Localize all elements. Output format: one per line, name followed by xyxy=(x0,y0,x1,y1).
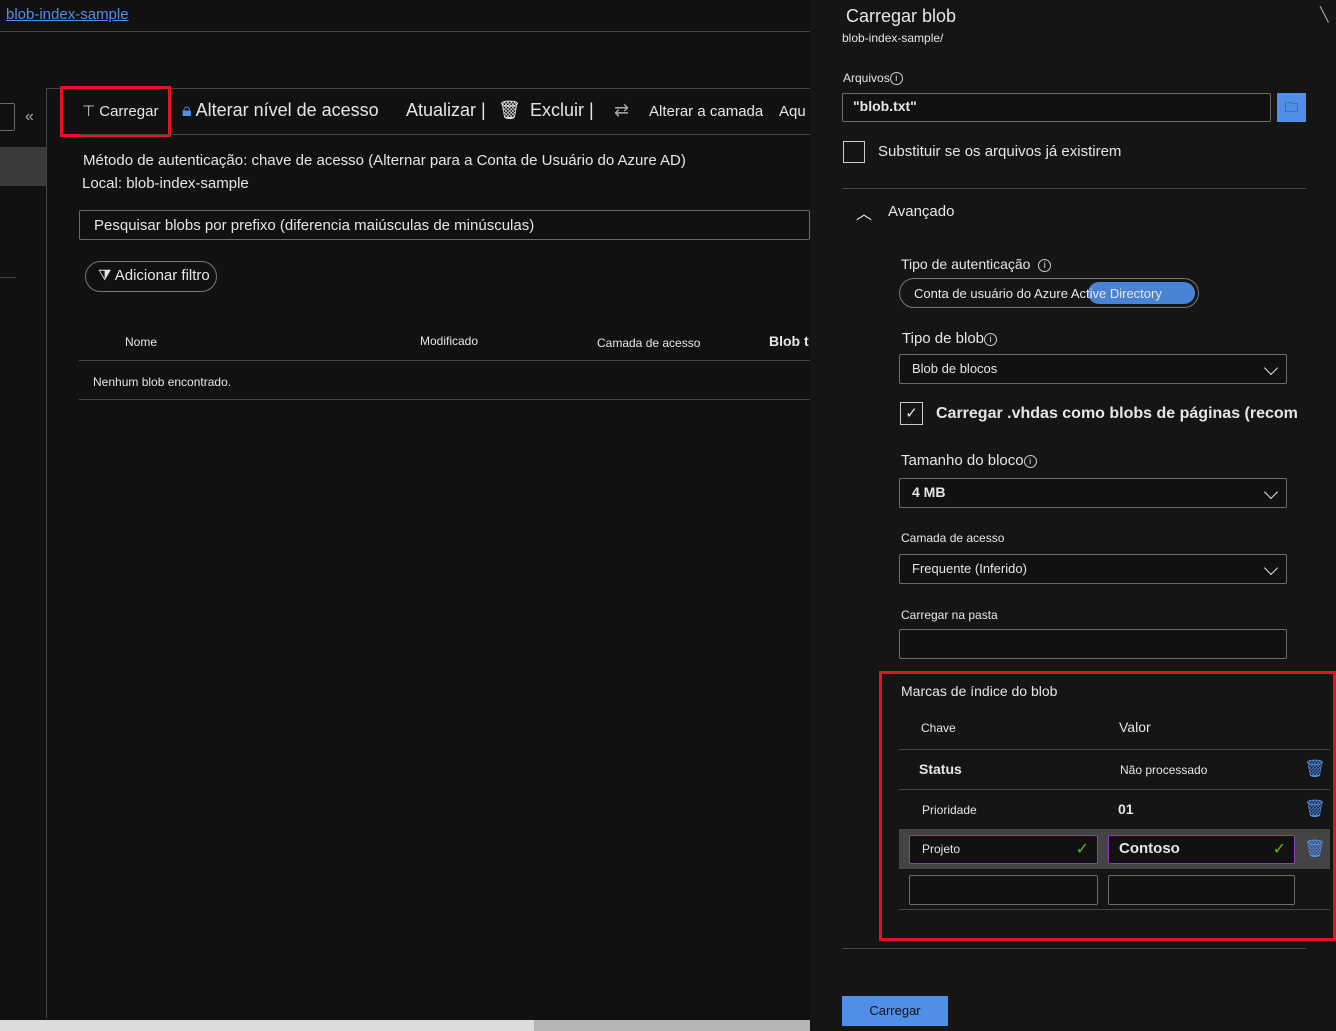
chevron-down-icon xyxy=(1264,485,1278,499)
add-filter-button[interactable]: ⧩ Adicionar filtro xyxy=(85,261,217,292)
new-tag-value-input[interactable] xyxy=(1108,875,1295,905)
filter-icon: ⧩ xyxy=(98,267,111,284)
panel-subtitle: blob-index-sample/ xyxy=(842,31,943,45)
column-header-name[interactable]: Nome xyxy=(125,335,157,349)
folder-browse-button[interactable]: 🗀 xyxy=(1277,93,1306,122)
divider xyxy=(899,909,1330,910)
access-tier-dropdown[interactable]: Frequente (Inferido) xyxy=(899,554,1287,584)
info-icon: i xyxy=(1024,455,1037,468)
panel-title: Carregar blob xyxy=(846,6,956,27)
upload-folder-input[interactable] xyxy=(899,629,1287,659)
sidebar-border xyxy=(46,88,47,1018)
advanced-toggle[interactable]: Avançado xyxy=(888,203,954,220)
blob-type-label: Tipo de blobi xyxy=(902,330,997,347)
change-tier-button[interactable]: Alterar a camada xyxy=(649,103,763,120)
collapse-icon[interactable]: « xyxy=(25,108,34,126)
files-input[interactable]: "blob.txt" xyxy=(842,93,1271,122)
block-size-dropdown[interactable]: 4 MB xyxy=(899,478,1287,508)
block-size-label: Tamanho do blocoi xyxy=(901,452,1037,469)
index-tags-label: Marcas de índice do blob xyxy=(901,683,1057,699)
overwrite-checkbox[interactable] xyxy=(843,141,865,163)
sidebar-selected-item[interactable] xyxy=(0,147,46,186)
tag-key: Status xyxy=(919,761,962,777)
auth-method-text: Método de autenticação: chave de acesso … xyxy=(83,152,686,169)
divider xyxy=(79,360,810,361)
delete-tag-icon[interactable]: 🗑︎ xyxy=(1304,759,1320,779)
delete-button[interactable]: Excluir | xyxy=(530,100,594,121)
upload-button[interactable]: ⊤ Carregar xyxy=(82,102,158,120)
toolbar-bottom-border xyxy=(80,134,810,135)
check-icon: ✓ xyxy=(1076,839,1089,859)
tag-value: 01 xyxy=(1118,801,1134,817)
vhd-checkbox[interactable]: ✓ xyxy=(900,402,923,425)
column-header-modified[interactable]: Modificado xyxy=(420,334,478,348)
breadcrumb-link[interactable]: blob-index-sample xyxy=(6,6,129,23)
divider xyxy=(842,948,1306,949)
divider xyxy=(79,399,810,400)
delete-tag-icon[interactable]: 🗑︎ xyxy=(1304,839,1320,859)
upload-panel: Carregar blob blob-index-sample/ ╲ Arqui… xyxy=(810,0,1336,1031)
tag-value-input[interactable]: Contoso✓ xyxy=(1108,835,1295,864)
divider xyxy=(0,277,16,278)
tags-header-value: Valor xyxy=(1119,719,1151,735)
chevron-down-icon xyxy=(1264,561,1278,575)
upload-icon: ⊤ xyxy=(82,103,95,120)
files-label: Arquivosi xyxy=(843,71,903,85)
refresh-button[interactable]: Atualizar | xyxy=(406,100,486,121)
divider xyxy=(0,31,810,32)
overwrite-label: Substituir se os arquivos já existirem xyxy=(878,143,1121,160)
folder-icon: 🗀 xyxy=(1285,99,1299,115)
swap-icon: ⇄ xyxy=(614,100,629,121)
access-tier-label: Camada de acesso xyxy=(901,531,1004,545)
more-button[interactable]: Aqu xyxy=(779,103,806,120)
column-header-blob-type[interactable]: Blob t xyxy=(769,333,809,349)
info-icon: i xyxy=(890,72,903,85)
blob-type-dropdown[interactable]: Blob de blocos xyxy=(899,354,1287,384)
empty-message: Nenhum blob encontrado. xyxy=(93,375,231,389)
tags-header-key: Chave xyxy=(921,721,956,735)
location-text: Local: blob-index-sample xyxy=(82,175,249,192)
tag-value: Não processado xyxy=(1120,763,1207,777)
info-icon: i xyxy=(984,333,997,346)
change-access-button[interactable]: 🔒︎ Alterar nível de acesso xyxy=(182,100,379,121)
vhd-label: Carregar .vhdas como blobs de páginas (r… xyxy=(936,405,1298,423)
search-input[interactable]: Pesquisar blobs por prefixo (diferencia … xyxy=(79,210,810,240)
tag-key-input[interactable]: Projeto✓ xyxy=(909,835,1098,864)
check-icon: ✓ xyxy=(1273,839,1286,859)
auth-type-toggle[interactable]: Conta de usuário do Azure Active Directo… xyxy=(899,278,1199,308)
auth-type-label: Tipo de autenticação i xyxy=(901,256,1051,272)
info-icon: i xyxy=(1038,259,1051,272)
divider xyxy=(842,188,1306,189)
new-tag-key-input[interactable] xyxy=(909,875,1098,905)
chevron-up-icon[interactable]: ︿ xyxy=(856,200,872,224)
chevron-down-icon xyxy=(1264,361,1278,375)
horizontal-scrollbar[interactable] xyxy=(0,1020,810,1031)
column-header-tier[interactable]: Camada de acesso xyxy=(597,336,700,350)
trash-icon: 🗑︎ xyxy=(498,100,521,121)
divider xyxy=(899,789,1330,790)
divider xyxy=(899,749,1330,750)
close-icon[interactable]: ╲ xyxy=(1320,6,1328,23)
tag-key: Prioridade xyxy=(922,803,977,817)
sidebar-input[interactable] xyxy=(0,103,15,131)
upload-submit-button[interactable]: Carregar xyxy=(842,996,948,1026)
scrollbar-thumb[interactable] xyxy=(534,1020,810,1031)
lock-icon: 🔒︎ xyxy=(182,100,192,120)
upload-folder-label: Carregar na pasta xyxy=(901,608,998,622)
delete-tag-icon[interactable]: 🗑︎ xyxy=(1304,799,1320,819)
